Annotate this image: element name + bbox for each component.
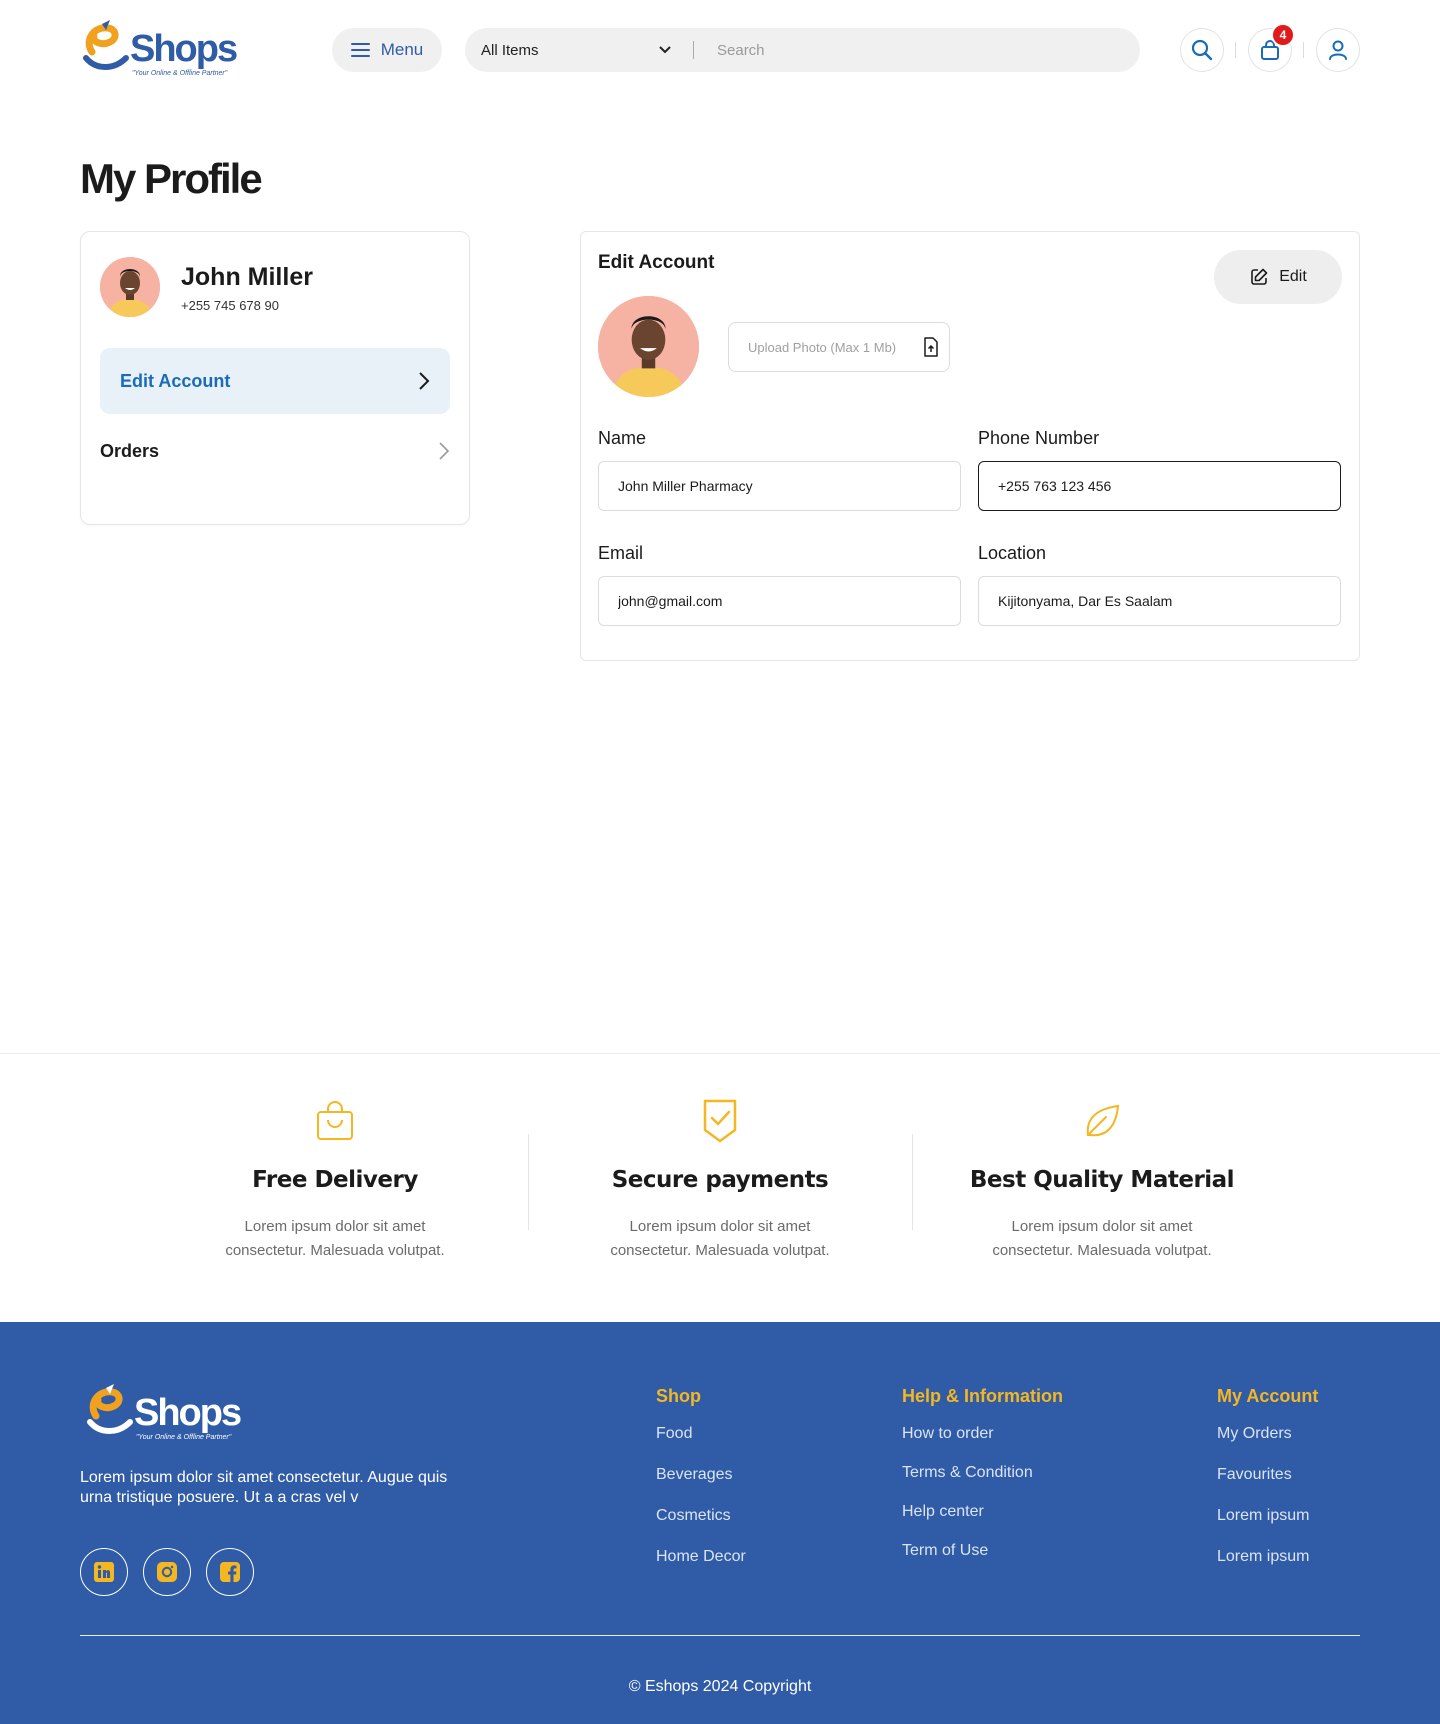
feature-description: Lorem ipsum dolor sit amet consectetur. M… (225, 1218, 445, 1259)
footer-link[interactable]: Help center (902, 1503, 1063, 1521)
logo-text: Shops (130, 28, 238, 70)
instagram-button[interactable] (143, 1548, 191, 1596)
site-header: Shops "Your Online & Offline Partner" Me… (0, 0, 1440, 100)
feature-free-delivery: Free Delivery Lorem ipsum dolor sit amet… (185, 1095, 485, 1263)
phone-field[interactable] (978, 461, 1341, 511)
footer-link[interactable]: Term of Use (902, 1542, 1063, 1560)
feature-divider (528, 1134, 529, 1230)
category-select[interactable]: All Items (481, 28, 671, 72)
nav-orders[interactable]: Orders (100, 418, 450, 484)
nav-edit-account[interactable]: Edit Account (100, 348, 450, 414)
user-name: John Miller (181, 263, 313, 291)
upload-photo-label: Upload Photo (Max 1 Mb) (748, 339, 897, 355)
profile-photo (598, 296, 699, 397)
location-label: Location (978, 543, 1047, 563)
category-selected-value: All Items (481, 41, 539, 59)
page-title: My Profile (80, 155, 263, 202)
header-icon-divider (1235, 42, 1236, 58)
search-input[interactable] (717, 34, 1117, 66)
feature-divider (912, 1134, 913, 1230)
person-photo-icon (598, 296, 699, 397)
edit-account-title: Edit Account (598, 252, 715, 273)
name-label: Name (598, 428, 647, 448)
eshops-logo[interactable]: Shops "Your Online & Offline Partner" (80, 18, 240, 80)
footer-column-title: Help & Information (902, 1386, 1063, 1406)
search-bar: All Items (465, 28, 1140, 72)
footer-column-title: Shop (656, 1386, 701, 1406)
menu-button[interactable]: Menu (332, 28, 442, 72)
email-label: Email (598, 543, 644, 563)
chevron-down-icon (659, 46, 671, 54)
feature-title: Best Quality Material (969, 1167, 1235, 1193)
features-divider (0, 1053, 1440, 1054)
linkedin-icon (94, 1562, 114, 1582)
logo-tagline: "Your Online & Offline Partner" (132, 70, 228, 77)
header-icon-divider (1303, 42, 1304, 58)
footer-link[interactable]: My Orders (1217, 1425, 1318, 1443)
user-icon (1329, 40, 1347, 60)
footer-link[interactable]: Favourites (1217, 1466, 1318, 1484)
search-divider (693, 41, 694, 59)
cart-count-badge: 4 (1271, 23, 1295, 47)
feature-title: Free Delivery (252, 1167, 418, 1193)
feature-description: Lorem ipsum dolor sit amet consectetur. M… (610, 1218, 830, 1259)
feature-best-quality: Best Quality Material Lorem ipsum dolor … (952, 1095, 1252, 1263)
phone-label: Phone Number (978, 428, 1100, 448)
footer-logo[interactable]: Shops "Your Online & Offline Partner" (84, 1382, 244, 1444)
shield-check-icon (703, 1099, 737, 1143)
footer-logo-tagline: "Your Online & Offline Partner" (136, 1434, 232, 1441)
footer-link[interactable]: Cosmetics (656, 1507, 746, 1525)
chevron-right-icon (419, 372, 430, 390)
footer-column-my-account: My Account My Orders Favourites Lorem ip… (1217, 1386, 1318, 1566)
cart-button[interactable]: 4 (1248, 23, 1295, 72)
location-field[interactable] (978, 576, 1341, 626)
footer-link[interactable]: Home Decor (656, 1548, 746, 1566)
footer-column-help: Help & Information How to order Terms & … (902, 1386, 1063, 1560)
search-button[interactable] (1180, 28, 1224, 72)
edit-account-card: Edit Account Edit Upload Photo (Max 1 Mb… (580, 231, 1360, 661)
leaf-icon (1086, 1104, 1120, 1137)
avatar (100, 257, 160, 317)
footer-link[interactable]: How to order (902, 1425, 1063, 1443)
footer-link[interactable]: Food (656, 1425, 746, 1443)
facebook-icon (220, 1562, 240, 1582)
shopping-bag-icon (317, 1101, 353, 1140)
footer-link[interactable]: Beverages (656, 1466, 746, 1484)
feature-secure-payments: Secure payments Lorem ipsum dolor sit am… (570, 1095, 870, 1263)
footer-link[interactable]: Terms & Condition (902, 1464, 1063, 1482)
copyright-text: © Eshops 2024 Copyright (628, 1678, 812, 1695)
file-upload-icon (924, 337, 938, 357)
person-photo-icon (100, 257, 160, 317)
menu-label: Menu (380, 40, 424, 59)
instagram-icon (157, 1562, 177, 1582)
footer-logo-text: Shops (134, 1392, 242, 1434)
feature-title: Secure payments (611, 1167, 829, 1193)
account-button[interactable] (1316, 28, 1360, 72)
upload-photo-button[interactable]: Upload Photo (Max 1 Mb) (728, 322, 950, 372)
chevron-right-icon (439, 442, 450, 460)
email-field[interactable] (598, 576, 961, 626)
search-icon (1191, 39, 1213, 61)
linkedin-button[interactable] (80, 1548, 128, 1596)
edit-button-label: Edit (1279, 268, 1307, 285)
hamburger-icon (350, 43, 370, 57)
profile-summary-card: John Miller +255 745 678 90 Edit Account… (80, 231, 470, 525)
footer-description: Lorem ipsum dolor sit amet consectetur. … (80, 1469, 448, 1506)
nav-orders-label: Orders (100, 440, 160, 461)
edit-pencil-icon (1251, 268, 1268, 285)
name-field[interactable] (598, 461, 961, 511)
footer-divider (80, 1635, 1360, 1636)
footer-link[interactable]: Lorem ipsum (1217, 1507, 1318, 1525)
footer-column-shop: Shop Food Beverages Cosmetics Home Decor (656, 1386, 746, 1566)
nav-edit-account-label: Edit Account (120, 370, 231, 391)
facebook-button[interactable] (206, 1548, 254, 1596)
footer-link[interactable]: Lorem ipsum (1217, 1548, 1318, 1566)
footer-column-title: My Account (1217, 1386, 1319, 1406)
user-phone: +255 745 678 90 (181, 298, 279, 313)
feature-description: Lorem ipsum dolor sit amet consectetur. M… (992, 1218, 1212, 1259)
edit-button[interactable]: Edit (1214, 250, 1342, 304)
site-footer: Shops "Your Online & Offline Partner" Lo… (0, 1322, 1440, 1724)
